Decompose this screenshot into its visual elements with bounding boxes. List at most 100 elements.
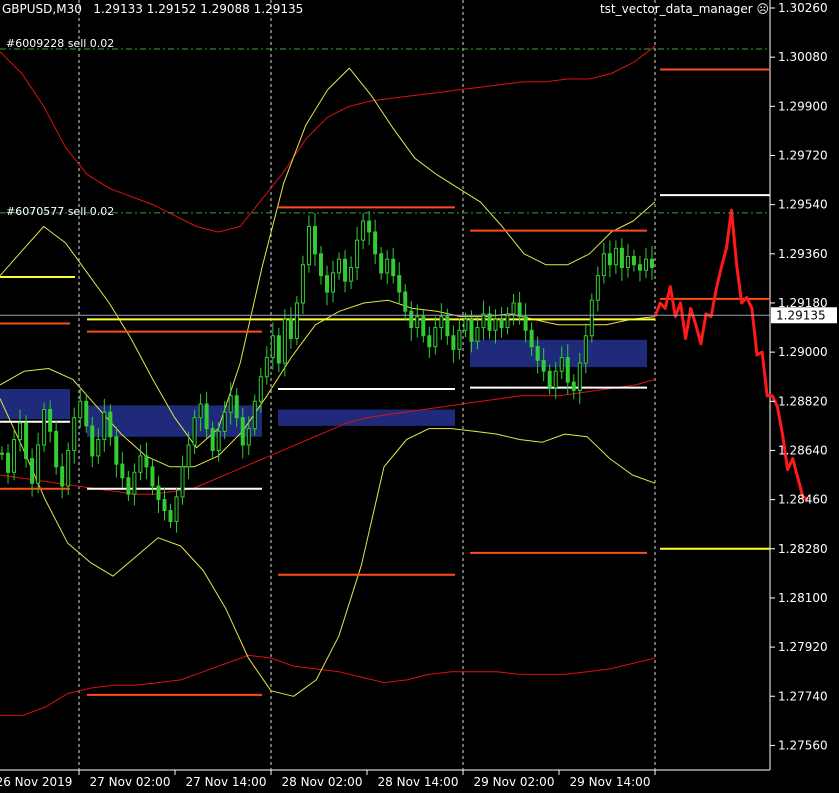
candle-body xyxy=(367,220,372,233)
candle-body xyxy=(246,428,251,446)
candle-body xyxy=(228,395,233,413)
x-tick-label: 27 Nov 14:00 xyxy=(186,775,267,789)
candle-body xyxy=(138,455,143,473)
y-tick-label: 1.28280 xyxy=(778,542,828,556)
candle-body xyxy=(499,318,504,329)
x-tick-label: 29 Nov 14:00 xyxy=(570,775,651,789)
candle-body xyxy=(643,258,648,271)
candle-body xyxy=(198,403,203,419)
price-axis: 1.30260 1.30080 1.29900 1.29720 1.29540 1.293… xyxy=(770,1,837,752)
candle-body xyxy=(222,411,227,432)
candle-body xyxy=(619,247,624,268)
candle-body xyxy=(36,444,41,484)
x-tick-label: 27 Nov 02:00 xyxy=(90,775,171,789)
candle-body xyxy=(391,258,396,277)
candle-body xyxy=(78,400,83,419)
candle-body xyxy=(12,439,17,473)
candle-body xyxy=(114,436,119,465)
y-tick-label: 1.28820 xyxy=(778,394,828,408)
candle-body xyxy=(427,335,432,348)
y-tick-label: 1.27560 xyxy=(778,738,828,752)
candle-body xyxy=(312,225,317,255)
y-tick-label: 1.30260 xyxy=(778,1,828,15)
candle-body xyxy=(487,313,492,331)
candle-body xyxy=(186,444,191,468)
candle-body xyxy=(613,247,618,266)
candle-body xyxy=(607,253,612,266)
candle-body xyxy=(337,258,342,274)
candle-body xyxy=(66,449,71,487)
candle-body xyxy=(577,362,582,391)
candle-body xyxy=(583,335,588,364)
candle-body xyxy=(433,327,438,348)
ma-red-lower xyxy=(0,654,656,716)
candle-body xyxy=(529,329,534,348)
zone-rect xyxy=(0,389,70,420)
candle-body xyxy=(523,316,528,331)
candle-body xyxy=(565,357,570,383)
candle-body xyxy=(48,408,53,432)
candle-body xyxy=(210,428,215,451)
x-tick-label: 28 Nov 14:00 xyxy=(378,775,459,789)
y-tick-label: 1.27920 xyxy=(778,640,828,654)
candle-body xyxy=(240,417,245,446)
candle-body xyxy=(511,302,516,315)
candle-body xyxy=(361,220,366,241)
candle-body xyxy=(463,318,468,331)
candle-body xyxy=(276,335,281,364)
candle-body xyxy=(379,253,384,274)
candle-body xyxy=(132,471,137,495)
candle-body xyxy=(84,400,89,427)
candle-body xyxy=(451,335,456,350)
candle-body xyxy=(409,310,414,329)
candle-body xyxy=(60,466,65,487)
candle-body xyxy=(475,327,480,342)
candle-body xyxy=(174,496,179,522)
x-tick-label: 26 Nov 2019 xyxy=(0,775,72,789)
y-tick-label: 1.29360 xyxy=(778,247,828,261)
expert-advisor-label[interactable]: tst_vector_data_manager ☹ xyxy=(600,2,769,16)
y-tick-label: 1.28640 xyxy=(778,443,828,457)
candle-body xyxy=(403,291,408,312)
candle-body xyxy=(439,316,444,329)
candle-body xyxy=(90,425,95,457)
y-tick-label: 1.27740 xyxy=(778,689,828,703)
candle-body xyxy=(204,403,209,430)
candle-body xyxy=(192,417,197,446)
candle-body xyxy=(421,316,426,337)
y-tick-label: 1.29720 xyxy=(778,148,828,162)
candle-body xyxy=(258,376,263,402)
y-tick-label: 1.29000 xyxy=(778,345,828,359)
candle-body xyxy=(96,439,101,457)
y-tick-label: 1.29540 xyxy=(778,198,828,212)
candle-body xyxy=(72,417,77,451)
order-label-2[interactable]: #6070577 sell 0.02 xyxy=(6,205,114,218)
candle-body xyxy=(481,313,486,329)
candle-body xyxy=(306,225,311,266)
candle-body xyxy=(325,275,329,293)
candle-body xyxy=(595,275,600,301)
candle-body xyxy=(126,477,131,495)
candle-body xyxy=(102,411,107,441)
candle-body xyxy=(373,231,378,255)
candle-body xyxy=(162,499,167,512)
candle-body xyxy=(180,466,185,498)
y-tick-label: 1.30080 xyxy=(778,50,828,64)
candle-body xyxy=(571,381,576,391)
candle-body xyxy=(234,395,239,419)
price-chart[interactable]: 1.30260 1.30080 1.29900 1.29720 1.29540 1.293… xyxy=(0,0,839,793)
candle-body xyxy=(294,302,299,339)
candle-body xyxy=(108,411,113,438)
candle-body xyxy=(270,335,275,359)
candle-body xyxy=(18,422,23,441)
candle-body xyxy=(517,302,522,318)
candle-body xyxy=(601,253,606,277)
order-label-1[interactable]: #6009228 sell 0.02 xyxy=(6,37,114,50)
candle-body xyxy=(445,316,450,337)
time-axis: 26 Nov 2019 27 Nov 02:00 27 Nov 14:00 28 No… xyxy=(0,770,656,789)
candle-body xyxy=(415,316,420,329)
candle-body xyxy=(535,346,540,361)
candle-body xyxy=(144,455,149,468)
candle-body xyxy=(625,256,630,268)
candle-body xyxy=(355,239,360,268)
